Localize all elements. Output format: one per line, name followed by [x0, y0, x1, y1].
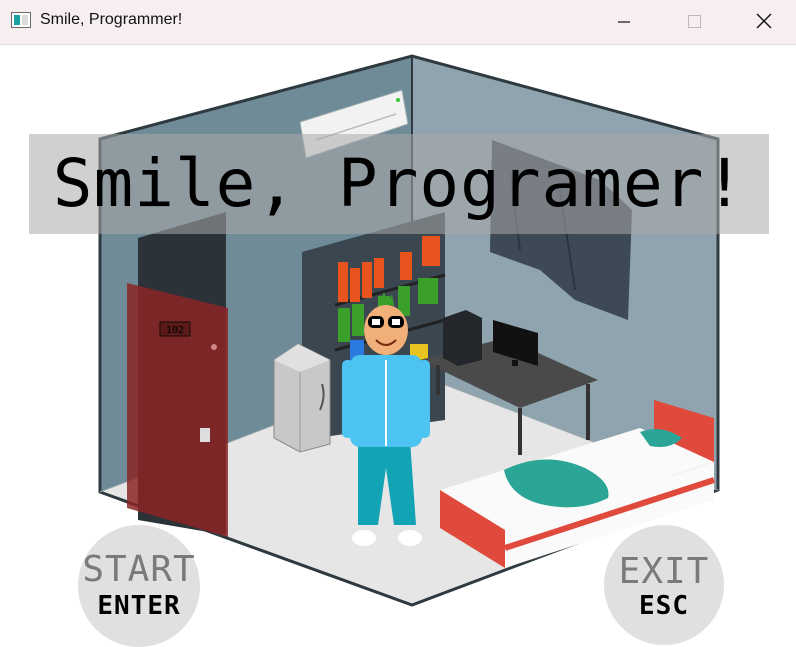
exit-key: ESC — [639, 591, 689, 621]
exit-button[interactable]: EXIT ESC — [604, 525, 724, 645]
start-label: START — [82, 549, 196, 590]
fridge — [273, 343, 331, 453]
start-key: ENTER — [97, 591, 181, 621]
start-button[interactable]: START ENTER — [78, 525, 200, 647]
app-icon — [11, 12, 31, 28]
title-banner: Smile, Programer! — [29, 134, 769, 234]
computer-tower — [443, 310, 482, 366]
minimize-icon — [618, 21, 630, 23]
close-icon — [756, 13, 772, 29]
maximize-icon — [688, 15, 701, 28]
window-title: Smile, Programmer! — [40, 11, 183, 28]
minimize-button[interactable] — [601, 0, 647, 44]
room-number: 102 — [166, 325, 184, 336]
close-button[interactable] — [741, 0, 787, 44]
window-titlebar[interactable]: Smile, Programmer! — [0, 0, 796, 45]
door: 102 — [127, 212, 228, 537]
maximize-button[interactable] — [671, 0, 717, 44]
game-title: Smile, Programer! — [52, 145, 746, 222]
exit-label: EXIT — [618, 551, 710, 592]
